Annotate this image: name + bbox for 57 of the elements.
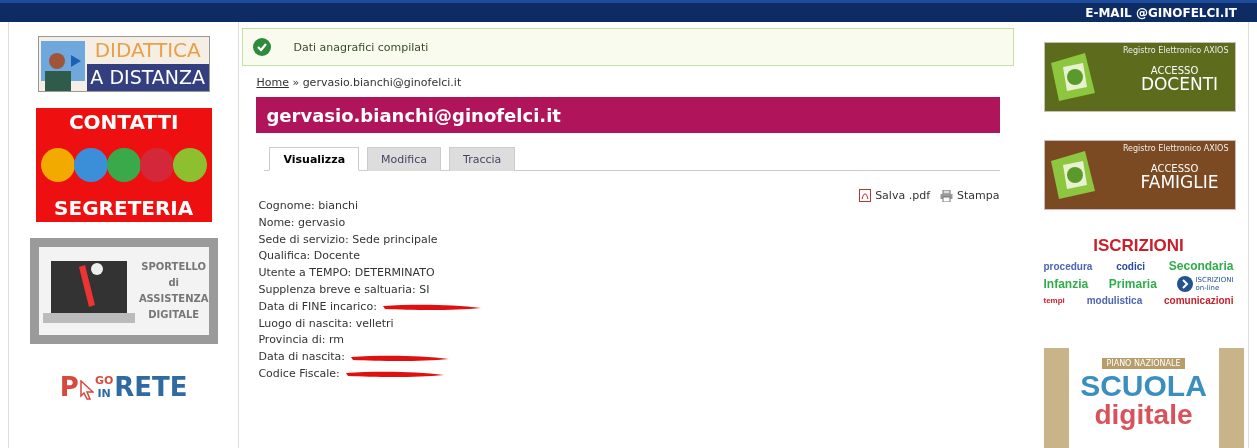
- banner-text: SEGRETERIA: [54, 196, 194, 220]
- email-link[interactable]: E-MAIL @GINOFELCI.IT: [1085, 5, 1237, 20]
- arrow-circle-icon: [1177, 276, 1194, 292]
- field-text: Nome: gervasio: [258, 214, 346, 231]
- banner-text: SCUOLA: [1080, 369, 1207, 403]
- check-icon: [253, 38, 272, 56]
- field-text: Sede di servizio: Sede principale: [258, 231, 438, 248]
- banner-text: di: [168, 276, 179, 290]
- banner-text: ACCESSO: [1150, 163, 1199, 174]
- pdf-icon: [859, 189, 872, 202]
- banner-text: DOCENTI: [1140, 76, 1219, 93]
- field-label: Data di FINE incarico:: [258, 298, 377, 315]
- cursor-icon: [79, 380, 94, 400]
- cloud-word: tempi: [1043, 296, 1065, 305]
- banner-text: CONTATTI: [68, 110, 179, 134]
- banner-text: DIGITALE: [148, 308, 200, 322]
- axios-banner[interactable]: Registro Elettronico AXIOS ACCESSO FAMIGLIE: [1043, 140, 1236, 210]
- print-link[interactable]: Stampa: [940, 189, 1000, 202]
- banner-text: A DISTANZA: [86, 64, 209, 91]
- home-link[interactable]: Home: [256, 76, 289, 89]
- sportello-banner[interactable]: SPORTELLO di ASSISTENZA DIGITALE: [29, 238, 218, 344]
- field-label: Codice Fiscale:: [258, 365, 340, 382]
- tab[interactable]: Visualizza: [269, 147, 360, 171]
- save-pdf-link[interactable]: Salva .pdf: [859, 189, 930, 202]
- field-text: Utente a TEMPO: DETERMINATO: [258, 265, 435, 282]
- cloud-word: Secondaria: [1168, 259, 1234, 273]
- field-text: Provincia di: rm: [258, 332, 345, 349]
- breadcrumb-text: » gervasio.bianchi@ginofelci.it: [292, 76, 462, 89]
- banner-text: ACCESSO: [1150, 65, 1199, 76]
- contatti-banner[interactable]: CONTATTI SEGRETERIA: [35, 108, 212, 222]
- banner-text: ASSISTENZA: [138, 292, 209, 306]
- field-text: Cognome: bianchi: [258, 198, 359, 214]
- didattica-banner[interactable]: DIDATTICA A DISTANZA: [37, 36, 210, 92]
- page-title: gervasio.bianchi@ginofelci.it: [256, 97, 1000, 133]
- banner-text: DIDATTICA: [93, 37, 202, 64]
- cloud-word: Infanzia: [1043, 277, 1089, 291]
- cloud-word: modulistica: [1086, 295, 1143, 306]
- field-label: Data di nascita:: [258, 349, 346, 366]
- cloud-word: Primaria: [1108, 277, 1157, 291]
- cloud-word: codici: [1116, 260, 1146, 272]
- banner-caption: Registro Elettronico AXIOS: [1122, 46, 1229, 55]
- field-text: Supplenza breve e saltuaria: SI: [258, 282, 430, 298]
- tab[interactable]: Modifica: [367, 147, 442, 171]
- scuola-digitale-banner[interactable]: PIANO NAZIONALE SCUOLA digitale: [1043, 348, 1244, 448]
- banner-text: SPORTELLO: [141, 260, 207, 274]
- banner-title: ISCRIZIONI: [1093, 236, 1184, 256]
- printer-icon: [940, 189, 953, 202]
- cloud-word: comunicazioni: [1164, 295, 1234, 306]
- banner-text: FAMIGLIE: [1140, 174, 1219, 191]
- banner-caption: Registro Elettronico AXIOS: [1122, 144, 1229, 153]
- banner-caption: PIANO NAZIONALE: [1102, 358, 1185, 369]
- cloud-word: procedura: [1043, 260, 1093, 272]
- axios-banner[interactable]: Registro Elettronico AXIOS ACCESSO DOCENTI: [1043, 42, 1236, 112]
- message-text: Dati anagrafici compilati: [293, 40, 429, 54]
- field-text: Luogo di nascita: velletri: [258, 315, 394, 332]
- field-text: Qualifica: Docente: [258, 248, 360, 265]
- tab[interactable]: Traccia: [449, 147, 516, 171]
